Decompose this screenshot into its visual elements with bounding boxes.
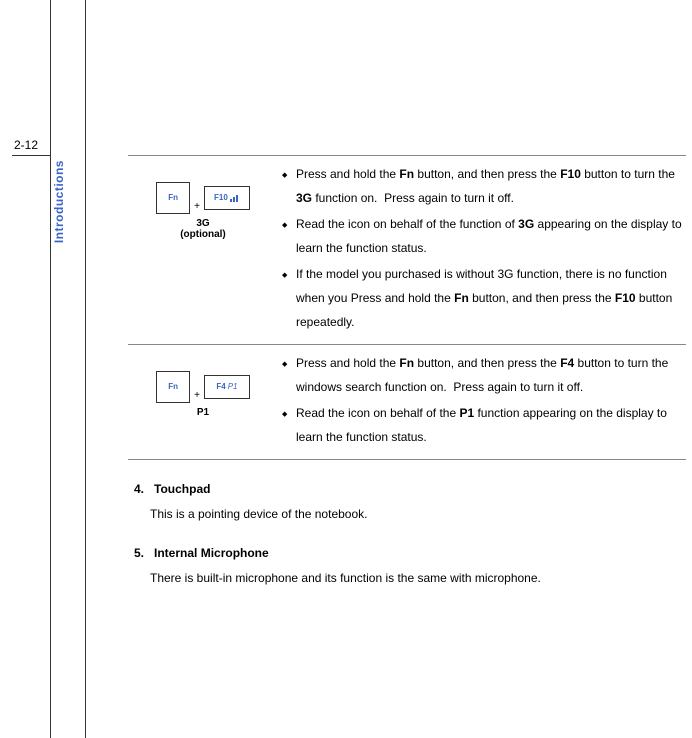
fn-key-label: Fn — [168, 194, 178, 202]
vertical-rule-outer — [50, 0, 51, 738]
f10-key-icon: F10 — [204, 186, 250, 210]
fn-row-3g: Fn + F10 3G (optional) Press and hold th… — [128, 155, 686, 345]
section-title: Touchpad — [154, 482, 210, 496]
section-number: 5. — [134, 546, 144, 560]
signal-icon — [230, 194, 240, 202]
content-area: Fn + F10 3G (optional) Press and hold th… — [128, 155, 686, 589]
f4-key-icon: F4 P1 — [204, 375, 250, 399]
plus-icon: + — [194, 390, 200, 401]
vertical-rule-inner — [85, 0, 86, 738]
p1-key-extra: P1 — [228, 383, 238, 391]
section-side-label: Introductions — [52, 160, 66, 243]
page: 2-12 Introductions Fn + F10 3G (optional… — [0, 0, 692, 738]
section-touchpad: 4. Touchpad This is a pointing device of… — [134, 482, 686, 524]
plus-icon: + — [194, 201, 200, 212]
section-body: This is a pointing device of the noteboo… — [150, 504, 686, 524]
section-heading: 5. Internal Microphone — [134, 546, 686, 560]
section-body: There is built-in microphone and its fun… — [150, 568, 686, 588]
fn-row-p1: Fn + F4 P1 P1 Press and hold the Fn butt… — [128, 345, 686, 460]
key-combo: Fn + F10 — [128, 182, 278, 214]
key-combo: Fn + F4 P1 — [128, 371, 278, 403]
description-column: Press and hold the Fn button, and then p… — [278, 351, 686, 451]
bullet-item: Press and hold the Fn button, and then p… — [278, 162, 686, 210]
section-internal-microphone: 5. Internal Microphone There is built-in… — [134, 546, 686, 588]
f10-key-label: F10 — [214, 194, 228, 202]
fn-key-icon: Fn — [156, 182, 190, 214]
bullet-item: Read the icon on behalf of the function … — [278, 212, 686, 260]
section-heading: 4. Touchpad — [134, 482, 686, 496]
bullet-list: Press and hold the Fn button, and then p… — [278, 162, 686, 334]
fn-key-icon: Fn — [156, 371, 190, 403]
bullet-item: Press and hold the Fn button, and then p… — [278, 351, 686, 399]
key-column: Fn + F4 P1 P1 — [128, 351, 278, 451]
description-column: Press and hold the Fn button, and then p… — [278, 162, 686, 336]
page-number-rule — [12, 155, 50, 156]
section-number: 4. — [134, 482, 144, 496]
key-caption-3g: 3G — [128, 218, 278, 229]
page-number: 2-12 — [14, 138, 38, 152]
section-title: Internal Microphone — [154, 546, 269, 560]
bullet-list: Press and hold the Fn button, and then p… — [278, 351, 686, 449]
key-column: Fn + F10 3G (optional) — [128, 162, 278, 336]
key-subcaption-optional: (optional) — [128, 229, 278, 240]
fn-key-label: Fn — [168, 383, 178, 391]
bullet-item: If the model you purchased is without 3G… — [278, 262, 686, 334]
key-caption-p1: P1 — [128, 407, 278, 418]
f4-key-label: F4 — [216, 383, 225, 391]
bullet-item: Read the icon on behalf of the P1 functi… — [278, 401, 686, 449]
